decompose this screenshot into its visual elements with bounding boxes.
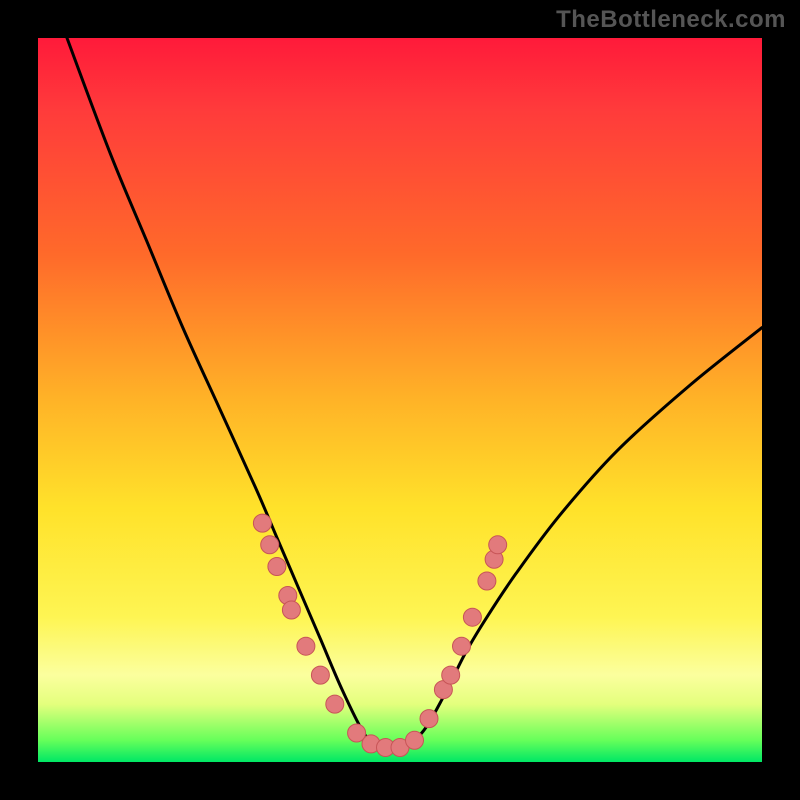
curve-marker [261, 536, 279, 554]
curve-marker [297, 637, 315, 655]
curve-marker [282, 601, 300, 619]
curve-marker [326, 695, 344, 713]
bottleneck-curve-svg [38, 38, 762, 762]
attribution-text: TheBottleneck.com [556, 6, 786, 34]
curve-marker [478, 572, 496, 590]
bottleneck-curve [67, 38, 762, 749]
curve-marker [453, 637, 471, 655]
curve-markers [253, 514, 506, 756]
curve-marker [420, 710, 438, 728]
curve-marker [253, 514, 271, 532]
curve-marker [406, 731, 424, 749]
curve-marker [268, 558, 286, 576]
chart-frame: TheBottleneck.com [0, 0, 800, 800]
curve-marker [311, 666, 329, 684]
plot-area [38, 38, 762, 762]
curve-marker [489, 536, 507, 554]
curve-marker [463, 608, 481, 626]
curve-marker [442, 666, 460, 684]
